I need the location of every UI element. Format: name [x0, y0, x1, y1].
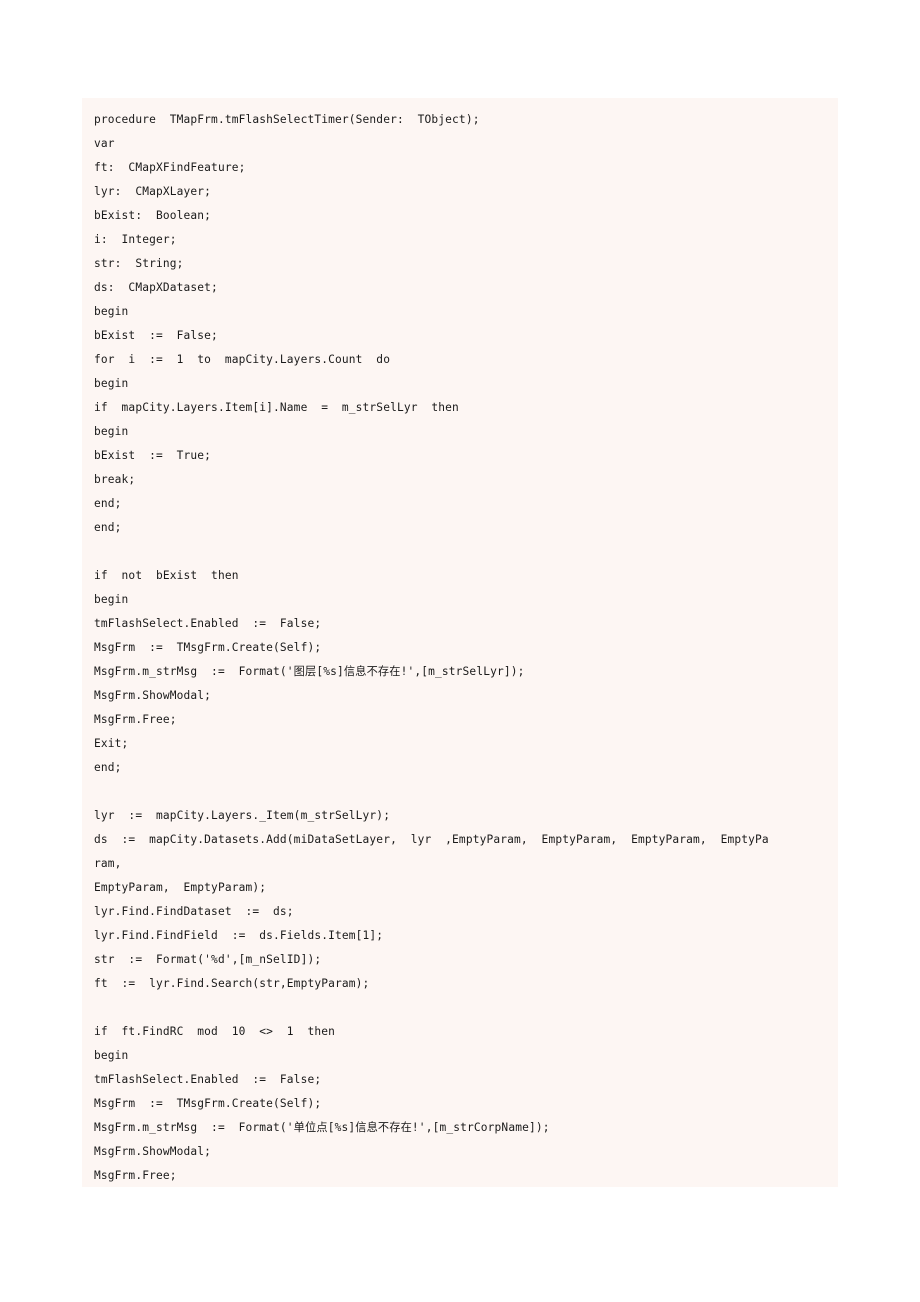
code-line: ds := mapCity.Datasets.Add(miDataSetLaye…	[94, 833, 769, 846]
code-line: if mapCity.Layers.Item[i].Name = m_strSe…	[94, 401, 459, 414]
code-line: i: Integer;	[94, 233, 177, 246]
code-line: bExist: Boolean;	[94, 209, 212, 222]
code-line: begin	[94, 425, 129, 438]
code-line: lyr.Find.FindField := ds.Fields.Item[1];	[94, 929, 384, 942]
code-line: MsgFrm := TMsgFrm.Create(Self);	[94, 1097, 322, 1110]
code-line: MsgFrm.Free;	[94, 713, 177, 726]
code-line: ds: CMapXDataset;	[94, 281, 218, 294]
code-line: ft: CMapXFindFeature;	[94, 161, 246, 174]
code-line: tmFlashSelect.Enabled := False;	[94, 617, 322, 630]
code-line: ft := lyr.Find.Search(str,EmptyParam);	[94, 977, 370, 990]
code-line: MsgFrm.ShowModal;	[94, 1145, 212, 1158]
code-line: bExist := False;	[94, 329, 218, 342]
code-line: EmptyParam, EmptyParam);	[94, 881, 267, 894]
code-line: procedure TMapFrm.tmFlashSelectTimer(Sen…	[94, 113, 480, 126]
code-line: begin	[94, 593, 129, 606]
code-listing-block: procedure TMapFrm.tmFlashSelectTimer(Sen…	[82, 98, 838, 1187]
code-line: Exit;	[94, 737, 129, 750]
code-line: lyr: CMapXLayer;	[94, 185, 212, 198]
code-line: end;	[94, 521, 122, 534]
code-line: begin	[94, 1049, 129, 1062]
code-line: for i := 1 to mapCity.Layers.Count do	[94, 353, 391, 366]
code-line: lyr.Find.FindDataset := ds;	[94, 905, 294, 918]
code-line: ram,	[94, 857, 122, 870]
code-line: lyr := mapCity.Layers._Item(m_strSelLyr)…	[94, 809, 391, 822]
code-line: MsgFrm := TMsgFrm.Create(Self);	[94, 641, 322, 654]
code-line: MsgFrm.Free;	[94, 1169, 177, 1182]
code-line: MsgFrm.ShowModal;	[94, 689, 212, 702]
code-line: begin	[94, 377, 129, 390]
code-line: tmFlashSelect.Enabled := False;	[94, 1073, 322, 1086]
code-line: end;	[94, 497, 122, 510]
code-line: MsgFrm.m_strMsg := Format('单位点[%s]信息不存在!…	[94, 1121, 550, 1134]
code-line: break;	[94, 473, 136, 486]
code-line: var	[94, 137, 115, 150]
code-line: begin	[94, 305, 129, 318]
code-line: if ft.FindRC mod 10 <> 1 then	[94, 1025, 335, 1038]
document-page: procedure TMapFrm.tmFlashSelectTimer(Sen…	[0, 0, 920, 1302]
code-line: if not bExist then	[94, 569, 239, 582]
code-line: end;	[94, 761, 122, 774]
code-line: bExist := True;	[94, 449, 212, 462]
code-line: str: String;	[94, 257, 184, 270]
code-line: str := Format('%d',[m_nSelID]);	[94, 953, 322, 966]
code-line: MsgFrm.m_strMsg := Format('图层[%s]信息不存在!'…	[94, 665, 525, 678]
